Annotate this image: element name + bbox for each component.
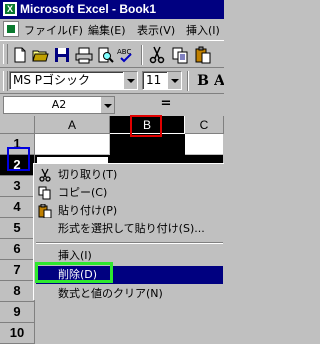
copy-icon [38,186,52,200]
window-title: Microsoft Excel - Book1 [20,2,157,16]
edit-formula-button[interactable]: = [142,96,190,114]
column-header-c[interactable]: C [185,116,224,134]
bold-button[interactable]: B [193,71,213,91]
cell-a1[interactable] [35,134,110,155]
cell-b1[interactable] [110,134,185,155]
menu-insert[interactable]: 挿入(I) [186,22,220,38]
font-size-dropdown[interactable]: 11 [142,71,182,90]
toolbar-grip[interactable] [3,44,8,64]
highlight-row-2 [7,147,30,171]
select-all-corner[interactable] [0,116,35,134]
formatting-toolbar: MS Pゴシック 11 B A [0,68,224,94]
excel-app-icon[interactable]: X [3,2,17,16]
toolbar-separator [141,45,143,65]
row-header-3[interactable]: 3 [0,176,35,197]
font-name-value: MS Pゴシック [13,73,91,87]
font-size-value: 11 [146,73,162,87]
new-file-icon[interactable] [10,45,30,65]
context-paste[interactable]: 貼り付け(P) [36,202,223,220]
name-box-value: A2 [51,98,67,111]
workbook-icon[interactable] [3,21,19,37]
column-header-a[interactable]: A [35,116,110,134]
context-paste-special-label: 形式を選択して貼り付け(S)... [58,222,205,235]
copy-icon[interactable] [170,45,190,65]
open-folder-icon[interactable] [31,45,51,65]
context-paste-label: 貼り付け(P) [58,204,118,217]
font-name-dropdown[interactable]: MS Pゴシック [9,71,138,90]
toolbar-grip[interactable] [3,71,8,91]
menu-bar: ファイル(F) 編集(E) 表示(V) 挿入(I) [0,19,224,39]
formula-bar: A2 = [0,94,224,116]
context-cut-label: 切り取り(T) [58,168,118,181]
context-clear-contents-label: 数式と値のクリア(N) [58,287,163,300]
print-preview-icon[interactable] [95,45,115,65]
toolbar-separator [187,71,189,91]
context-paste-special[interactable]: 形式を選択して貼り付け(S)... [36,220,223,238]
context-copy[interactable]: コピー(C) [36,184,223,202]
highlight-column-b [130,115,162,137]
menu-separator [36,242,223,244]
menu-file[interactable]: ファイル(F) [24,22,83,38]
name-box[interactable]: A2 [3,96,115,114]
row-header-5[interactable]: 5 [0,218,35,239]
cell-c1[interactable] [185,134,224,155]
print-icon[interactable] [74,45,94,65]
chevron-down-icon[interactable] [100,97,114,113]
scissors-icon [38,168,52,182]
menu-view[interactable]: 表示(V) [137,22,175,38]
context-copy-label: コピー(C) [58,186,108,199]
chevron-down-icon[interactable] [167,72,181,89]
highlight-delete-item [35,262,113,283]
cut-icon[interactable] [147,45,167,65]
italic-button[interactable]: A [214,71,224,91]
row-header-4[interactable]: 4 [0,197,35,218]
row-header-7[interactable]: 7 [0,260,35,281]
row-header-9[interactable]: 9 [0,302,35,323]
chevron-down-icon[interactable] [123,72,137,89]
title-bar: X Microsoft Excel - Book1 [0,0,224,19]
spell-check-icon[interactable]: ABC [116,45,136,65]
row-header-10[interactable]: 10 [0,323,35,344]
paste-icon [38,203,52,219]
context-cut[interactable]: 切り取り(T) [36,166,223,184]
paste-icon[interactable] [193,45,213,65]
save-icon[interactable] [52,45,72,65]
context-clear-contents[interactable]: 数式と値のクリア(N) [36,285,223,303]
row-header-8[interactable]: 8 [0,281,35,302]
standard-toolbar: ABC [0,40,224,68]
menu-edit[interactable]: 編集(E) [88,22,126,38]
row-header-6[interactable]: 6 [0,239,35,260]
